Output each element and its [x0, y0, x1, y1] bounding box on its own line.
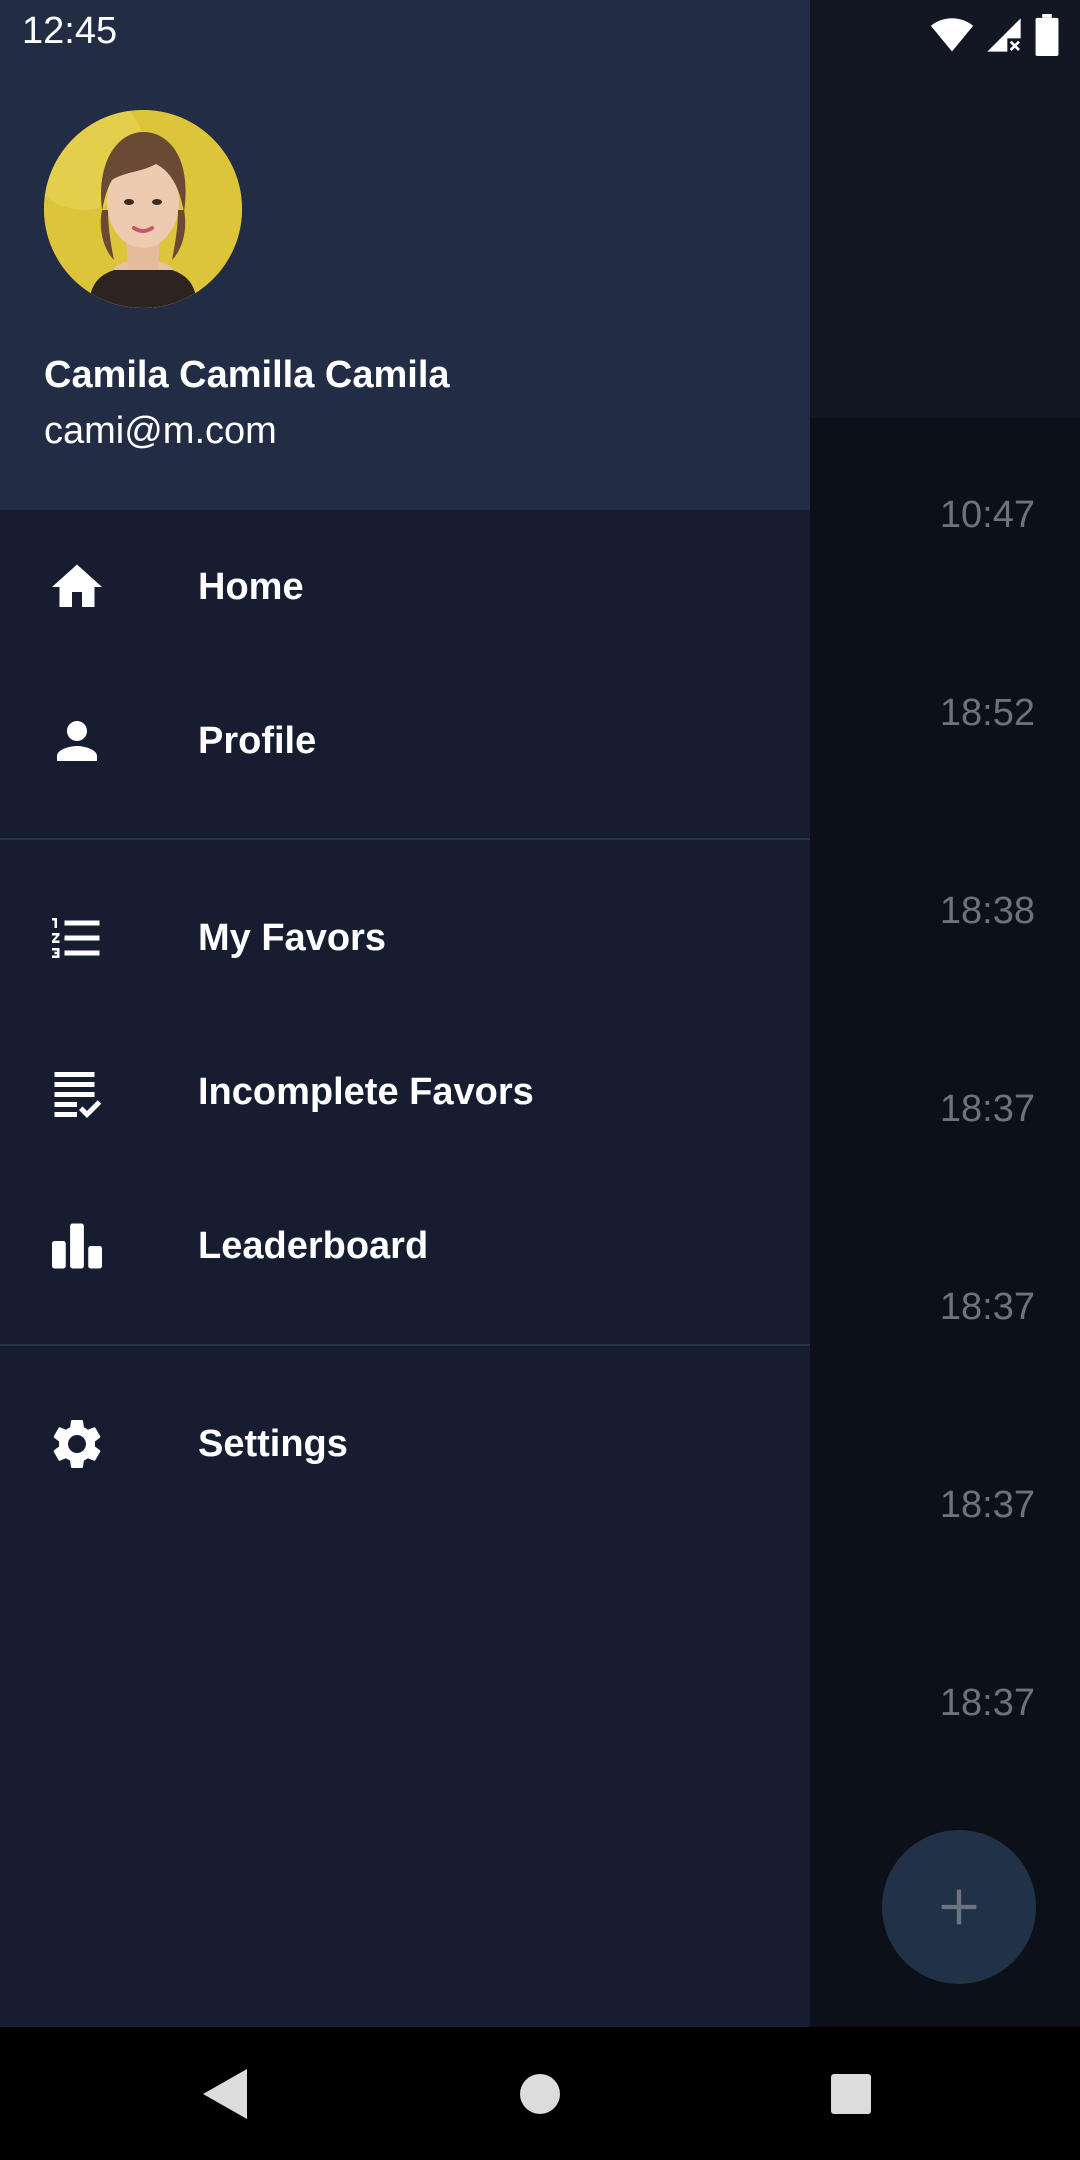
menu-item-label: My Favors: [198, 916, 386, 959]
list-item-time: 10:47: [939, 494, 1035, 536]
numbered-list-icon: [47, 908, 107, 968]
gear-icon: [47, 1414, 107, 1474]
user-name: Camila Camilla Camila: [44, 354, 450, 396]
menu-item-home[interactable]: Home: [0, 510, 810, 664]
list-item-time: 18:37: [939, 1682, 1035, 1724]
menu-item-leaderboard[interactable]: Leaderboard: [0, 1169, 810, 1323]
list-item-time: 18:38: [939, 890, 1035, 932]
user-email: cami@m.com: [44, 410, 277, 452]
menu-item-my-favors[interactable]: My Favors: [0, 861, 810, 1015]
list-item-time: 18:52: [939, 692, 1035, 734]
list-item-time: 18:37: [939, 1484, 1035, 1526]
menu-item-incomplete-favors[interactable]: Incomplete Favors: [0, 1015, 810, 1169]
home-circle-icon: [520, 2074, 560, 2114]
plus-icon: [941, 1889, 977, 1925]
system-nav-bar: [0, 2027, 1080, 2160]
menu-item-settings[interactable]: Settings: [0, 1367, 810, 1521]
status-time: 12:45: [22, 10, 118, 52]
menu-item-label: Incomplete Favors: [198, 1070, 534, 1113]
avatar-photo: [44, 110, 242, 308]
menu-item-label: Profile: [198, 719, 317, 762]
list-item-time: 18:37: [939, 1088, 1035, 1130]
battery-icon: [1035, 14, 1059, 56]
wifi-icon: [930, 18, 974, 52]
navigation-drawer: Camila Camilla Camila cami@m.com Home Pr…: [0, 0, 810, 2027]
status-icons: [930, 14, 1060, 56]
menu-item-profile[interactable]: Profile: [0, 664, 810, 818]
nav-recents-button[interactable]: [806, 2049, 896, 2139]
avatar[interactable]: [44, 110, 242, 308]
nav-home-button[interactable]: [495, 2049, 585, 2139]
drawer-header: Camila Camilla Camila cami@m.com: [0, 0, 810, 510]
section-divider: [0, 838, 810, 840]
list-item-time: 18:37: [939, 1286, 1035, 1328]
menu-item-label: Leaderboard: [198, 1224, 429, 1267]
status-bar: 12:45: [0, 0, 1080, 66]
menu-item-label: Home: [198, 565, 304, 608]
screen: 10:47 18:52 18:38 18:37 18:37 18:37 18:3…: [0, 0, 1080, 2160]
nav-back-button[interactable]: [180, 2049, 270, 2139]
recents-icon: [831, 2074, 871, 2114]
home-icon: [47, 557, 107, 617]
person-icon: [47, 711, 107, 771]
signal-icon: [987, 18, 1021, 52]
add-fab-button[interactable]: [882, 1830, 1036, 1984]
menu-item-label: Settings: [198, 1422, 348, 1465]
checklist-icon: [47, 1062, 107, 1122]
section-divider: [0, 1344, 810, 1346]
back-icon: [203, 2069, 247, 2119]
bar-chart-icon: [47, 1216, 107, 1276]
